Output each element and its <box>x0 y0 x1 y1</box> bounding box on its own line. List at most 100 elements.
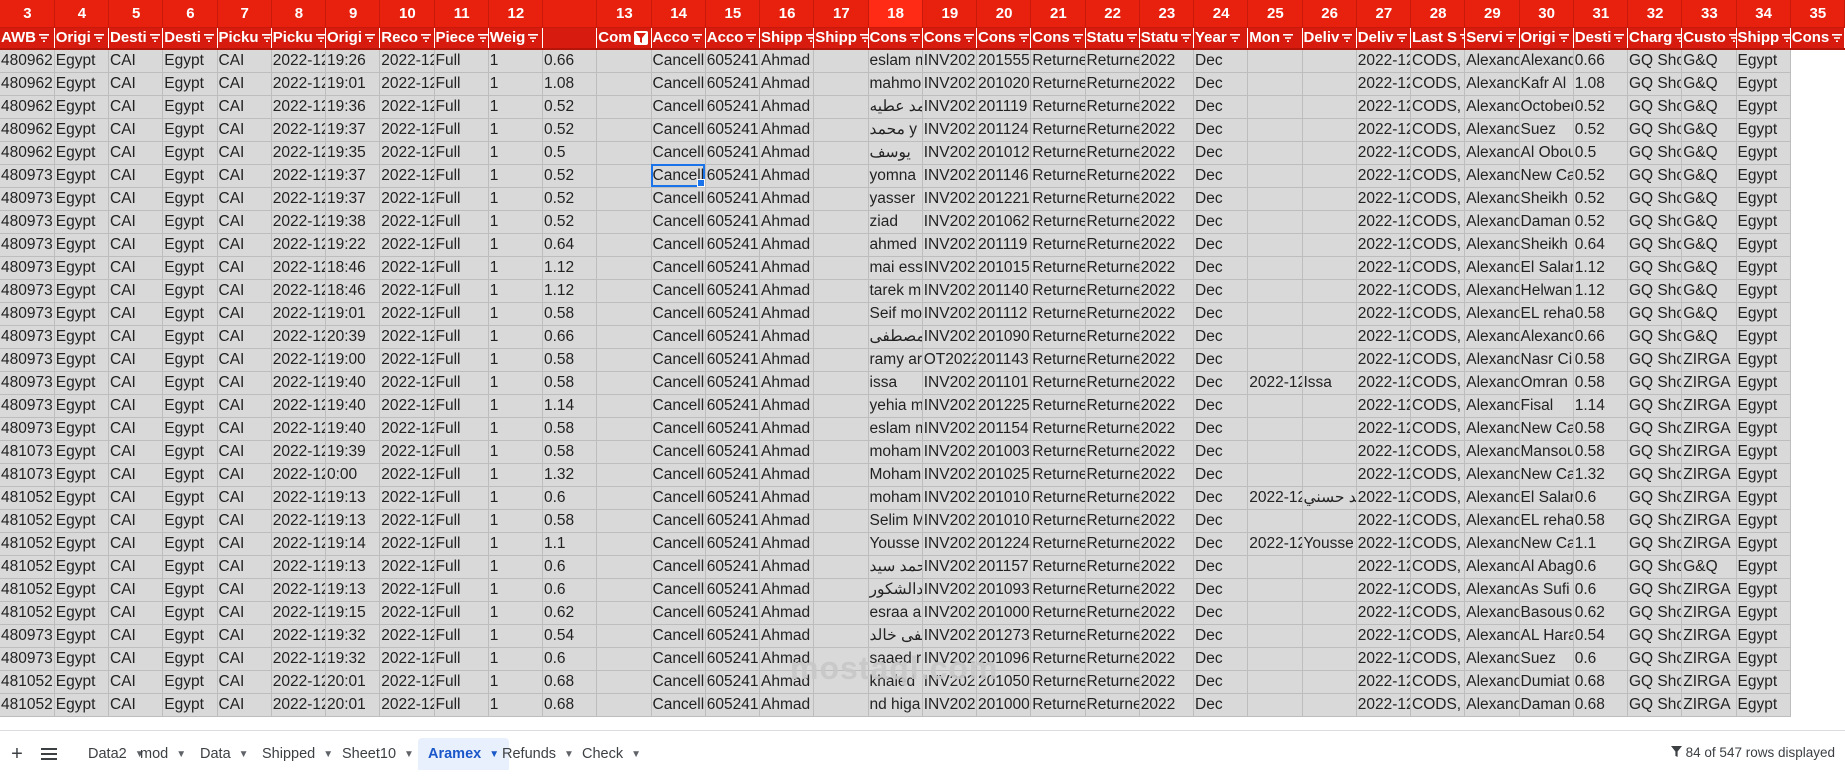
column-number-11[interactable]: 11 <box>434 0 489 28</box>
table-cell[interactable]: CODS, <box>1410 256 1466 280</box>
table-cell[interactable]: Egypt <box>162 417 218 441</box>
table-cell[interactable]: Full <box>434 95 489 119</box>
table-cell[interactable] <box>813 141 869 165</box>
table-cell[interactable]: 201012 <box>976 141 1032 165</box>
table-cell[interactable]: 201143 <box>976 348 1032 372</box>
table-cell[interactable]: 2022-12 <box>271 532 327 556</box>
table-cell[interactable]: Returne <box>1030 624 1086 648</box>
table-cell[interactable]: CAI <box>217 417 272 441</box>
table-cell[interactable]: Dec <box>1193 187 1249 211</box>
table-cell[interactable] <box>596 394 652 418</box>
column-number-3[interactable]: 3 <box>0 0 55 28</box>
table-cell[interactable]: Egypt <box>54 417 110 441</box>
table-cell[interactable]: Egypt <box>1736 279 1791 303</box>
table-cell[interactable]: CODS, <box>1410 647 1466 671</box>
table-cell[interactable]: 2022-12 <box>271 187 327 211</box>
table-cell[interactable]: Moham <box>868 463 923 487</box>
column-number-26[interactable]: 26 <box>1302 0 1357 28</box>
table-cell[interactable]: Egypt <box>1736 486 1791 510</box>
table-cell[interactable]: 2022-12 <box>1356 348 1412 372</box>
column-number-27[interactable]: 27 <box>1356 0 1412 28</box>
table-cell[interactable]: Ahmad Abdalla <box>759 509 815 533</box>
table-cell[interactable]: Dec <box>1193 49 1249 73</box>
filter-icon[interactable] <box>39 34 49 43</box>
table-cell[interactable]: 2022-12 <box>1356 72 1412 96</box>
table-cell[interactable]: 2022-12 <box>1356 256 1412 280</box>
column-header[interactable]: Shipp <box>759 27 815 50</box>
table-cell[interactable]: 2022 <box>1139 118 1195 142</box>
filter-icon[interactable] <box>420 34 431 43</box>
table-cell[interactable]: GQ Sho <box>1627 693 1683 717</box>
table-cell[interactable]: 20:01 <box>325 670 381 694</box>
table-cell[interactable]: ZIRGA <box>1681 509 1737 533</box>
table-cell[interactable]: 480973 <box>0 302 55 326</box>
column-header[interactable]: Acco <box>651 27 706 50</box>
table-cell[interactable]: 1 <box>488 233 544 257</box>
table-cell[interactable]: CAI <box>217 302 272 326</box>
column-header[interactable]: Statu <box>1139 27 1195 50</box>
filter-icon[interactable] <box>1505 34 1516 43</box>
table-cell[interactable] <box>1247 210 1303 234</box>
table-cell[interactable]: GQ Sho <box>1627 486 1683 510</box>
table-cell[interactable]: عبدالشكور <box>868 578 923 602</box>
table-cell[interactable] <box>1302 325 1357 349</box>
table-cell[interactable] <box>596 532 652 556</box>
spreadsheet-grid[interactable]: 3 4 5 6 7 8 9 10 11 12 13 14 15 16 17 18 19 20 21 22 23 24 25 2… <box>0 0 1845 730</box>
table-cell[interactable]: 480962 <box>0 141 55 165</box>
table-cell[interactable]: 2022 <box>1139 624 1195 648</box>
table-cell[interactable] <box>1247 693 1303 717</box>
table-cell[interactable]: 605241 <box>705 670 761 694</box>
table-cell[interactable]: eslam m <box>868 49 923 73</box>
table-cell[interactable]: 0.58 <box>542 440 598 464</box>
table-cell[interactable]: Seif mo <box>868 302 923 326</box>
table-cell[interactable]: 1 <box>488 72 544 96</box>
table-cell[interactable]: Alexand <box>1464 486 1520 510</box>
table-cell[interactable]: 0.62 <box>542 601 598 625</box>
column-number-35[interactable]: 35 <box>1790 0 1845 28</box>
column-number-18[interactable]: 18 <box>868 0 923 28</box>
column-header[interactable]: Origi <box>325 27 381 50</box>
table-cell[interactable]: Full <box>434 72 489 96</box>
table-cell[interactable] <box>1247 348 1303 372</box>
table-cell[interactable]: 480962 <box>0 118 55 142</box>
table-cell[interactable]: ziad <box>868 210 923 234</box>
table-cell[interactable]: CAI <box>217 72 272 96</box>
table-cell[interactable]: CODS, <box>1410 417 1466 441</box>
table-cell[interactable]: CAI <box>108 233 164 257</box>
table-cell[interactable]: Returne <box>1030 509 1086 533</box>
table-cell[interactable]: Dec <box>1193 555 1249 579</box>
table-cell[interactable]: Egypt <box>1736 72 1791 96</box>
table-cell[interactable]: Ahmad Abdalla <box>759 95 815 119</box>
table-cell[interactable]: CAI <box>217 118 272 142</box>
table-cell[interactable]: As Sufi <box>1519 578 1574 602</box>
table-cell[interactable]: 1 <box>488 302 544 326</box>
table-cell[interactable]: Returne <box>1085 578 1140 602</box>
table-cell[interactable]: 605241 <box>705 164 761 188</box>
table-cell[interactable]: 1.32 <box>1573 463 1629 487</box>
table-cell[interactable]: EL reha <box>1519 302 1574 326</box>
column-number-8[interactable]: 8 <box>271 0 327 28</box>
table-cell[interactable]: Egypt <box>162 348 218 372</box>
table-cell[interactable]: GQ Sho <box>1627 440 1683 464</box>
table-cell[interactable]: 2022-12 <box>379 647 435 671</box>
table-cell[interactable]: 1.14 <box>1573 394 1629 418</box>
table-cell[interactable]: 2022-12 <box>379 233 435 257</box>
table-cell[interactable]: Returne <box>1030 187 1086 211</box>
table-cell[interactable] <box>813 693 869 717</box>
table-cell[interactable]: 2022-12 <box>271 325 327 349</box>
filter-icon[interactable] <box>203 34 214 43</box>
table-cell[interactable]: CAI <box>217 187 272 211</box>
table-cell[interactable]: 2022 <box>1139 601 1195 625</box>
table-cell[interactable]: Cancell <box>651 210 706 234</box>
table-cell[interactable]: CAI <box>217 578 272 602</box>
column-number-33[interactable]: 33 <box>1681 0 1737 28</box>
table-cell[interactable]: 2022 <box>1139 302 1195 326</box>
table-cell[interactable] <box>596 233 652 257</box>
table-cell[interactable] <box>813 72 869 96</box>
table-cell[interactable]: Egypt <box>162 325 218 349</box>
table-cell[interactable]: moham <box>868 486 923 510</box>
table-cell[interactable]: CODS, <box>1410 509 1466 533</box>
table-cell[interactable]: Returne <box>1085 118 1140 142</box>
table-cell[interactable] <box>596 417 652 441</box>
table-cell[interactable]: GQ Sho <box>1627 509 1683 533</box>
